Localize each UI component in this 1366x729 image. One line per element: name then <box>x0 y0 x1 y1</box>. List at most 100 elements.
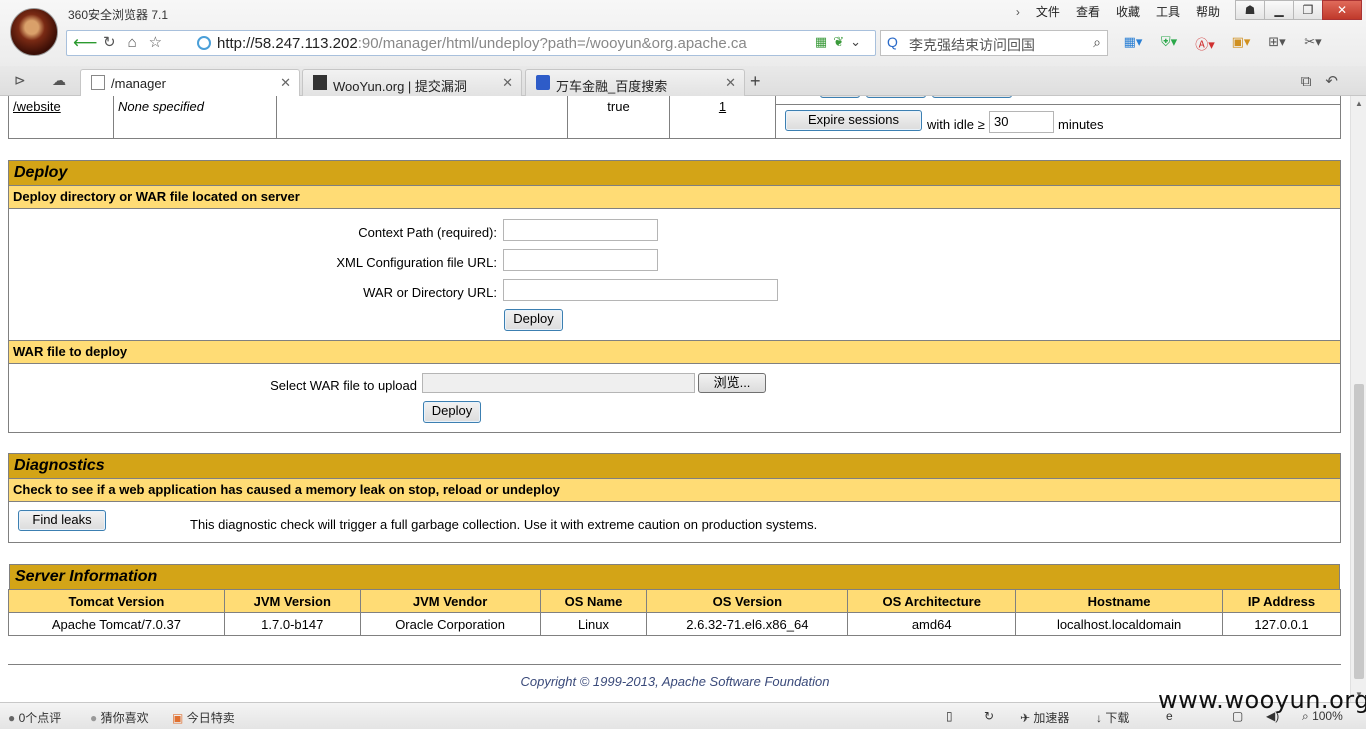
app-commands-cell: Expire sessions with idle ≥ 30 minutes <box>776 96 1341 138</box>
toolbar-extensions: ▦▾ ⛨▾ Ⓐ▾ ▣▾ ⊞▾ ✂▾ <box>1118 34 1328 53</box>
xml-config-input[interactable] <box>503 249 658 271</box>
header-os-architecture: OS Architecture <box>847 589 1017 613</box>
tab-bar: ⊳ ☁ /manager ✕ WooYun.org | 提交漏洞 ✕ 万车金融_… <box>0 66 1366 97</box>
cloud-icon[interactable]: ☁ <box>52 72 66 89</box>
diagnostics-subtitle: Check to see if a web application has ca… <box>9 478 1340 502</box>
accelerator-item[interactable]: ✈ 加速器 <box>1020 709 1069 726</box>
war-dir-input[interactable] <box>503 279 778 301</box>
search-input[interactable]: 李克强结束访问回国 <box>909 35 1035 55</box>
wooyun-icon <box>313 75 327 90</box>
idle-minutes-input[interactable]: 30 <box>989 111 1054 133</box>
comments-item[interactable]: ● 0个点评 <box>8 709 61 726</box>
close-tab-icon[interactable]: ✕ <box>280 75 291 91</box>
find-leaks-button[interactable]: Find leaks <box>18 510 106 531</box>
phone-icon[interactable]: ▯ <box>946 709 953 723</box>
undo-close-icon[interactable]: ↶ <box>1325 73 1352 90</box>
deploy-upload-button[interactable]: Deploy <box>423 401 481 423</box>
pdf-icon[interactable]: Ⓐ▾ <box>1190 34 1220 53</box>
page-content: /website None specified true 1 Expire se… <box>0 96 1350 702</box>
search-box[interactable]: Q 李克强结束访问回国 ⌕ <box>880 30 1108 56</box>
download-icon: ↓ <box>1096 711 1102 725</box>
search-engine-icon[interactable]: Q <box>887 34 898 50</box>
browse-button[interactable]: 浏览... <box>698 373 766 393</box>
diagnostics-description: This diagnostic check will trigger a ful… <box>190 517 818 532</box>
watermark: www.wooyun.org <box>1158 686 1366 714</box>
app-path-link[interactable]: /website <box>13 99 61 114</box>
menu-help[interactable]: 帮助 <box>1188 4 1228 20</box>
minimize-button[interactable]: ▁ <box>1264 0 1294 20</box>
address-bar[interactable]: ⟵ ↻⌂☆ http://58.247.113.202:90/manager/h… <box>66 30 876 56</box>
gift-icon: ▣ <box>172 711 184 725</box>
skin-icon[interactable]: ☗ <box>1235 0 1265 20</box>
back-arrow-icon[interactable]: ⟵ <box>73 33 97 53</box>
war-file-subtitle: WAR file to deploy <box>9 340 1340 364</box>
value-jvm-vendor: Oracle Corporation <box>359 612 541 636</box>
select-war-label: Select WAR file to upload <box>270 378 417 393</box>
menu-favorites[interactable]: 收藏 <box>1108 4 1148 20</box>
home-icon[interactable]: ⌂ <box>128 34 149 51</box>
qrcode-icon[interactable]: ▦ <box>815 34 833 49</box>
menu-view[interactable]: 查看 <box>1068 4 1108 20</box>
tab-baidu[interactable]: 万车金融_百度搜索 ✕ <box>525 69 745 96</box>
server-info-value-row: Apache Tomcat/7.0.37 1.7.0-b147 Oracle C… <box>8 612 1341 636</box>
url-text[interactable]: http://58.247.113.202:90/manager/html/un… <box>217 35 809 52</box>
refresh-icon[interactable]: ↻ <box>103 34 128 51</box>
user-avatar[interactable] <box>10 8 58 56</box>
screenshot-icon[interactable]: ✂▾ <box>1298 34 1328 53</box>
leaf-icon[interactable]: ❦ <box>833 34 850 49</box>
deploy-title: Deploy <box>9 161 1340 185</box>
value-hostname: localhost.localdomain <box>1015 612 1224 636</box>
stop-button-partial[interactable] <box>866 96 926 98</box>
maximize-button[interactable]: ❐ <box>1293 0 1323 20</box>
vertical-scrollbar[interactable]: ▲ ▼ <box>1350 96 1366 702</box>
chevron-right-icon[interactable]: › <box>1008 4 1028 20</box>
close-tab-icon[interactable]: ✕ <box>502 75 513 91</box>
dropdown-icon[interactable]: ⌄ <box>850 34 867 49</box>
new-tab-button[interactable]: + <box>750 71 761 92</box>
url-tool-icons: ▦❦⌄ <box>815 34 867 50</box>
guess-item[interactable]: ● 猜你喜欢 <box>90 709 149 726</box>
close-tab-icon[interactable]: ✕ <box>725 75 736 91</box>
menu-tools[interactable]: 工具 <box>1148 4 1188 20</box>
app-display-name-cell: None specified <box>114 96 277 138</box>
app-empty-cell <box>277 96 568 138</box>
value-ip-address: 127.0.0.1 <box>1222 612 1341 636</box>
app-path-cell: /website <box>9 96 114 138</box>
apps-icon[interactable]: ▦▾ <box>1118 34 1148 53</box>
sessions-link[interactable]: 1 <box>719 99 726 114</box>
shield-icon[interactable]: ⛨▾ <box>1154 34 1184 53</box>
refresh-circle-icon[interactable]: ↻ <box>984 709 994 723</box>
close-window-button[interactable]: ✕ <box>1322 0 1362 20</box>
context-path-input[interactable] <box>503 219 658 241</box>
gamepad-icon[interactable]: ⊞▾ <box>1262 34 1292 53</box>
value-os-version: 2.6.32-71.el6.x86_64 <box>646 612 849 636</box>
scroll-up-icon[interactable]: ▲ <box>1355 99 1363 108</box>
translate-icon[interactable]: ▣▾ <box>1226 34 1256 53</box>
scrollbar-thumb[interactable] <box>1354 384 1364 679</box>
menu-file[interactable]: 文件 <box>1028 4 1068 20</box>
star-icon[interactable]: ☆ <box>149 34 174 51</box>
header-os-version: OS Version <box>646 589 849 613</box>
deploy-server-button[interactable]: Deploy <box>504 309 563 331</box>
comment-icon: ● <box>8 711 16 725</box>
diagnostics-title: Diagnostics <box>9 454 1340 478</box>
start-button-partial[interactable] <box>820 96 860 98</box>
download-item[interactable]: ↓ 下载 <box>1096 709 1129 726</box>
baidu-paw-icon <box>536 75 550 90</box>
reload-button-partial[interactable] <box>932 96 1012 98</box>
tab-wooyun[interactable]: WooYun.org | 提交漏洞 ✕ <box>302 69 522 96</box>
browser-chrome: 360安全浏览器 7.1 › 文件 查看 收藏 工具 帮助 ☗ ▁ ❐ ✕ ⟵ … <box>0 0 1366 66</box>
tab-manager[interactable]: /manager ✕ <box>80 69 300 97</box>
tab-list-icon[interactable]: ⧉ <box>1301 73 1326 90</box>
sidebar-toggle-icon[interactable]: ⊳ <box>14 72 26 89</box>
header-tomcat-version: Tomcat Version <box>8 589 225 613</box>
search-icon[interactable]: ⌕ <box>1093 34 1101 51</box>
rocket-icon: ✈ <box>1020 711 1031 725</box>
context-path-label: Context Path (required): <box>358 225 497 240</box>
today-deal-item[interactable]: ▣ 今日特卖 <box>172 709 235 726</box>
war-file-path-field[interactable] <box>422 373 695 393</box>
expire-sessions-button[interactable]: Expire sessions <box>785 110 922 131</box>
deploy-server-subtitle: Deploy directory or WAR file located on … <box>9 185 1340 209</box>
deploy-section: Deploy Deploy directory or WAR file loca… <box>8 160 1341 433</box>
window-controls: ☗ ▁ ❐ ✕ <box>1235 0 1362 20</box>
